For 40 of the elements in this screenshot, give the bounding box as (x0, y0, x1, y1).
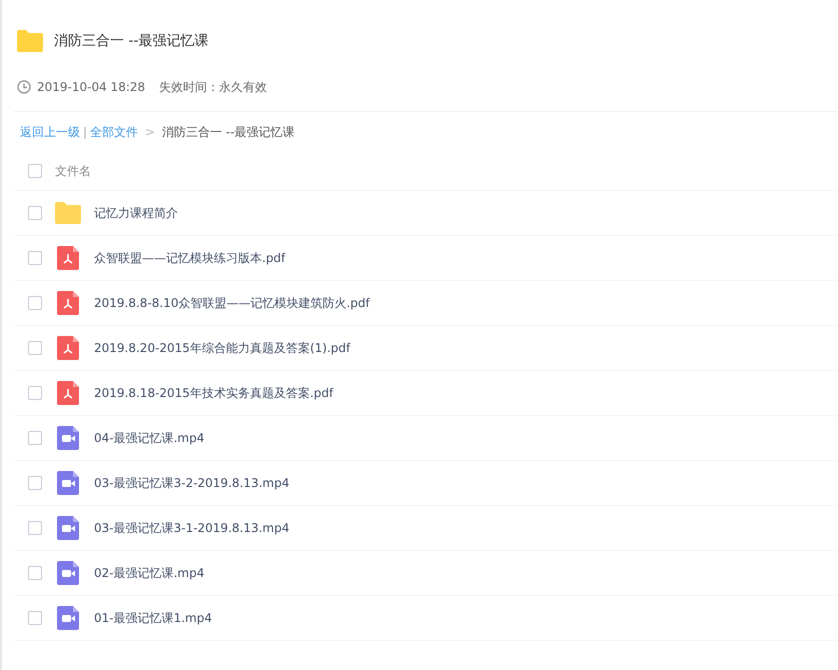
file-name[interactable]: 2019.8.8-8.10众智联盟——记忆模块建筑防火.pdf (94, 294, 370, 312)
folder-icon (17, 30, 43, 52)
file-name[interactable]: 2019.8.18-2015年技术实务真题及答案.pdf (94, 384, 334, 402)
select-all-checkbox[interactable] (28, 164, 42, 178)
file-name[interactable]: 03-最强记忆课3-2-2019.8.13.mp4 (94, 474, 290, 492)
file-name[interactable]: 02-最强记忆课.mp4 (94, 564, 204, 582)
share-time: 2019-10-04 18:28 (37, 80, 146, 94)
row-checkbox[interactable] (28, 206, 42, 220)
row-checkbox[interactable] (28, 431, 42, 445)
row-checkbox[interactable] (28, 386, 42, 400)
row-checkbox[interactable] (28, 476, 42, 490)
file-name[interactable]: 01-最强记忆课1.mp4 (94, 610, 212, 626)
file-name[interactable]: 2019.8.20-2015年综合能力真题及答案(1).pdf (94, 340, 350, 356)
file-name[interactable]: 记忆力课程简介 (94, 204, 178, 222)
file-name[interactable]: 众智联盟——记忆模块练习版本.pdf (94, 250, 286, 266)
video-file-icon (57, 516, 79, 540)
breadcrumb-arrow: > (145, 125, 156, 139)
video-file-icon (57, 426, 79, 450)
folder-icon (55, 202, 81, 224)
file-name[interactable]: 04-最强记忆课.mp4 (94, 430, 204, 446)
video-file-icon (57, 471, 79, 495)
row-checkbox[interactable] (28, 521, 42, 535)
video-file-icon (57, 606, 79, 630)
clock-icon (17, 80, 31, 94)
pdf-file-icon (57, 291, 79, 315)
pdf-file-icon (57, 381, 79, 405)
row-checkbox[interactable] (28, 566, 42, 580)
row-checkbox[interactable] (28, 251, 42, 265)
video-file-icon (57, 561, 79, 585)
row-checkbox[interactable] (28, 296, 42, 310)
pdf-file-icon (57, 246, 79, 270)
pdf-file-icon (57, 336, 79, 360)
current-folder: 消防三合一 --最强记忆课 (162, 124, 295, 140)
expiry-text: 失效时间：永久有效 (159, 78, 268, 96)
separator: | (83, 125, 88, 139)
file-name[interactable]: 03-最强记忆课3-1-2019.8.13.mp4 (94, 520, 290, 536)
row-checkbox[interactable] (28, 611, 42, 625)
row-checkbox[interactable] (28, 341, 42, 355)
share-title: 消防三合一 --最强记忆课 (54, 32, 209, 50)
column-header: 文件名 (55, 162, 91, 180)
